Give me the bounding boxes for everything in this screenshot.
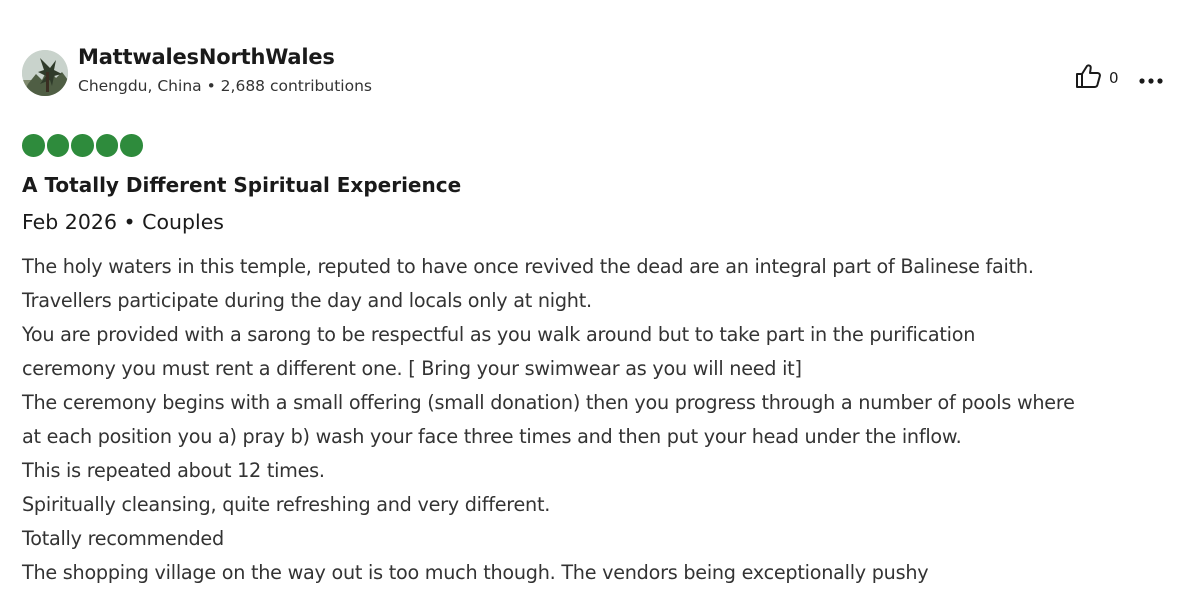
reviewer-contributions: 2,688 contributions	[220, 77, 372, 95]
review-trip-type: Couples	[142, 210, 224, 234]
rating-bubble-filled	[120, 134, 143, 157]
avatar-image	[22, 50, 68, 96]
review-body-line: You are provided with a sarong to be res…	[22, 323, 976, 346]
rating-bubble-filled	[22, 134, 45, 157]
review-body-line: ceremony you must rent a different one. …	[22, 357, 802, 380]
helpful-vote-button[interactable]: 0	[1074, 64, 1119, 92]
review-body-line: at each position you a) pray b) wash you…	[22, 425, 962, 448]
review-body-line: Spiritually cleansing, quite refreshing …	[22, 493, 551, 516]
review-card: MattwalesNorthWales Chengdu, China • 2,6…	[0, 0, 1200, 596]
thumbs-up-icon	[1074, 63, 1102, 93]
meta-separator: •	[206, 77, 216, 95]
review-date: Feb 2026	[22, 210, 117, 234]
review-body: The holy waters in this temple, reputed …	[22, 250, 1182, 590]
review-body-line: The ceremony begins with a small offerin…	[22, 391, 1075, 414]
meta-separator: •	[123, 210, 136, 234]
review-body-line: The shopping village on the way out is t…	[22, 561, 929, 584]
review-body-line: The holy waters in this temple, reputed …	[22, 255, 1034, 278]
reviewer-meta: Chengdu, China • 2,688 contributions	[78, 77, 372, 95]
reviewer-name[interactable]: MattwalesNorthWales	[78, 45, 335, 69]
helpful-count: 0	[1109, 69, 1119, 87]
rating-bubble-filled	[46, 134, 69, 157]
more-options-button[interactable]	[1136, 64, 1166, 92]
review-body-line: Totally recommended	[22, 527, 224, 550]
review-trip-meta: Feb 2026 • Couples	[22, 210, 224, 234]
review-title[interactable]: A Totally Different Spiritual Experience	[22, 173, 461, 197]
rating-bubble-filled	[95, 134, 118, 157]
more-options-icon	[1139, 69, 1163, 88]
rating-bubble-filled	[71, 134, 94, 157]
rating-bubbles	[22, 134, 143, 157]
reviewer-location: Chengdu, China	[78, 77, 202, 95]
avatar[interactable]	[22, 50, 68, 96]
review-body-line: This is repeated about 12 times.	[22, 459, 325, 482]
review-body-line: Travellers participate during the day an…	[22, 289, 592, 312]
